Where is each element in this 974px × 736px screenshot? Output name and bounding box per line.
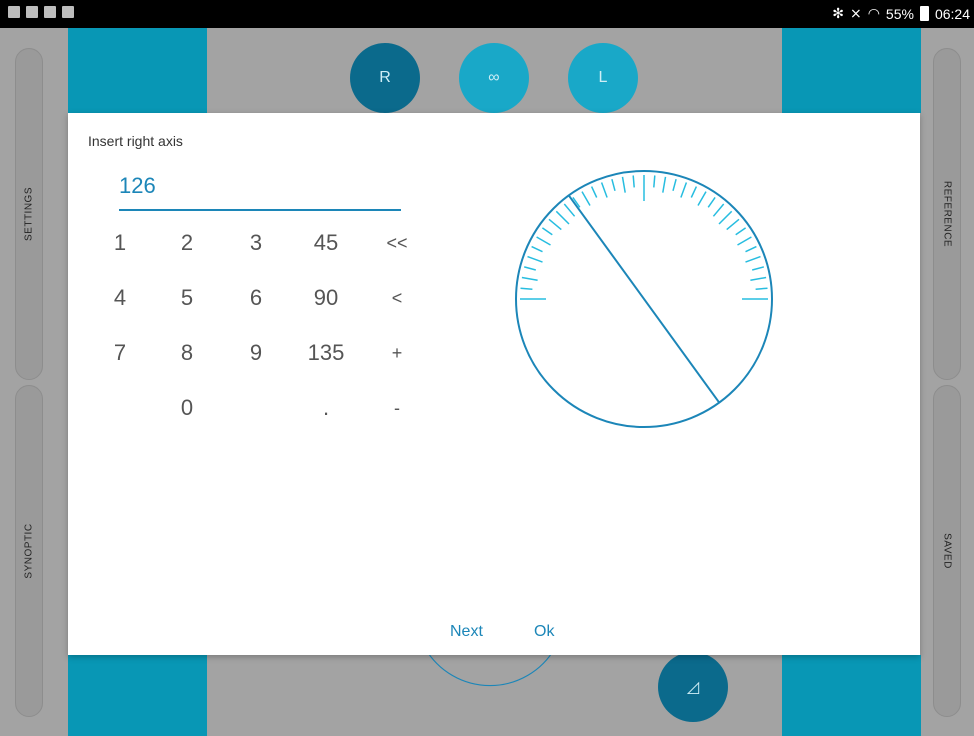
dial-tick <box>653 175 656 188</box>
dial-tick <box>750 276 767 281</box>
synoptic-tab-label: SYNOPTIC <box>23 523 35 579</box>
dial-tick <box>524 266 536 271</box>
dial-tick <box>555 210 570 225</box>
screenshot-icon <box>8 6 20 18</box>
flipboard-icon <box>44 6 56 18</box>
dial-tick <box>590 186 598 198</box>
key-clear[interactable]: << <box>367 223 427 263</box>
notification-icons <box>8 6 74 18</box>
synoptic-tab[interactable]: SYNOPTIC <box>15 385 43 717</box>
dial-tick <box>621 176 626 193</box>
dial-tick <box>707 196 716 208</box>
top-right-panel <box>782 28 921 113</box>
key-4[interactable]: 4 <box>90 278 150 318</box>
key-90[interactable]: 90 <box>296 278 356 318</box>
dial-tick <box>600 182 608 198</box>
key-decimal[interactable]: . <box>296 388 356 428</box>
mute-icon: ⨯ <box>849 5 862 21</box>
dial-tick <box>726 218 740 231</box>
dial-tick <box>563 203 576 217</box>
key-minus[interactable]: - <box>367 388 427 428</box>
saved-tab-label: SAVED <box>941 533 953 569</box>
next-button[interactable]: Next <box>450 623 483 641</box>
measure-button[interactable]: ◿ <box>658 652 728 722</box>
key-3[interactable]: 3 <box>226 223 286 263</box>
dial-tick <box>735 227 747 236</box>
dial-tick <box>520 287 533 290</box>
flipboard-icon <box>26 6 38 18</box>
axis-input[interactable] <box>119 173 401 199</box>
key-2[interactable]: 2 <box>157 223 217 263</box>
key-backspace[interactable]: < <box>367 278 427 318</box>
dial-tick <box>752 266 764 271</box>
dial-tick <box>527 255 543 263</box>
dialog-title: Insert right axis <box>88 133 183 149</box>
bottom-right-panel <box>782 655 921 736</box>
dial-tick <box>680 182 688 198</box>
key-6[interactable]: 6 <box>226 278 286 318</box>
dial-tick <box>541 227 553 236</box>
ruler-icon: ◿ <box>686 679 700 696</box>
dial-tick <box>581 191 591 206</box>
key-0[interactable]: 0 <box>157 388 217 428</box>
key-1[interactable]: 1 <box>90 223 150 263</box>
dial-tick <box>672 179 677 191</box>
dial-tick <box>632 175 635 188</box>
key-9[interactable]: 9 <box>226 333 286 373</box>
dial-tick <box>745 245 757 253</box>
mail-icon <box>62 6 74 18</box>
dial-tick <box>697 191 707 206</box>
top-left-panel <box>68 28 207 113</box>
axis-input-container <box>119 173 401 211</box>
reference-tab[interactable]: REFERENCE <box>933 48 961 380</box>
dial-tick <box>755 287 768 290</box>
dial-tick <box>662 176 667 193</box>
dial-tick <box>745 255 761 263</box>
battery-percent: 55% <box>885 5 914 22</box>
both-eyes-label: ∞ <box>488 69 500 86</box>
key-45[interactable]: 45 <box>296 223 356 263</box>
right-eye-button[interactable]: R <box>350 43 420 113</box>
dial-tick <box>690 186 698 198</box>
dial-tick <box>548 218 562 231</box>
key-7[interactable]: 7 <box>90 333 150 373</box>
reference-tab-label: REFERENCE <box>941 180 953 248</box>
settings-tab-label: SETTINGS <box>23 186 35 242</box>
dial-tick <box>531 245 543 253</box>
ok-button[interactable]: Ok <box>534 623 554 641</box>
dial-tick <box>521 276 538 281</box>
dial-tick <box>611 179 616 191</box>
dial-tick <box>712 203 725 217</box>
saved-tab[interactable]: SAVED <box>933 385 961 717</box>
axis-dial <box>515 170 773 428</box>
axis-dialog: Insert right axis 1 2 3 45 << 4 5 6 90 <… <box>68 113 920 655</box>
dial-tick <box>718 210 733 225</box>
bottom-left-panel <box>68 655 207 736</box>
clock: 06:24 <box>934 5 970 22</box>
bluetooth-icon: ✻ <box>832 5 844 21</box>
key-135[interactable]: 135 <box>296 333 356 373</box>
key-5[interactable]: 5 <box>157 278 217 318</box>
right-eye-label: R <box>379 69 391 86</box>
wifi-icon: ◠ <box>867 5 880 21</box>
status-bar: ✻ ⨯ ◠ 55% 06:24 <box>0 0 974 28</box>
key-plus[interactable]: + <box>367 333 427 373</box>
axis-needle <box>567 194 721 404</box>
settings-tab[interactable]: SETTINGS <box>15 48 43 380</box>
left-eye-button[interactable]: L <box>568 43 638 113</box>
battery-icon <box>919 6 929 21</box>
dial-tick <box>536 236 551 246</box>
key-8[interactable]: 8 <box>157 333 217 373</box>
both-eyes-button[interactable]: ∞ <box>459 43 529 113</box>
dial-tick <box>737 236 752 246</box>
left-eye-label: L <box>598 69 608 86</box>
dial-ticks <box>520 175 768 300</box>
